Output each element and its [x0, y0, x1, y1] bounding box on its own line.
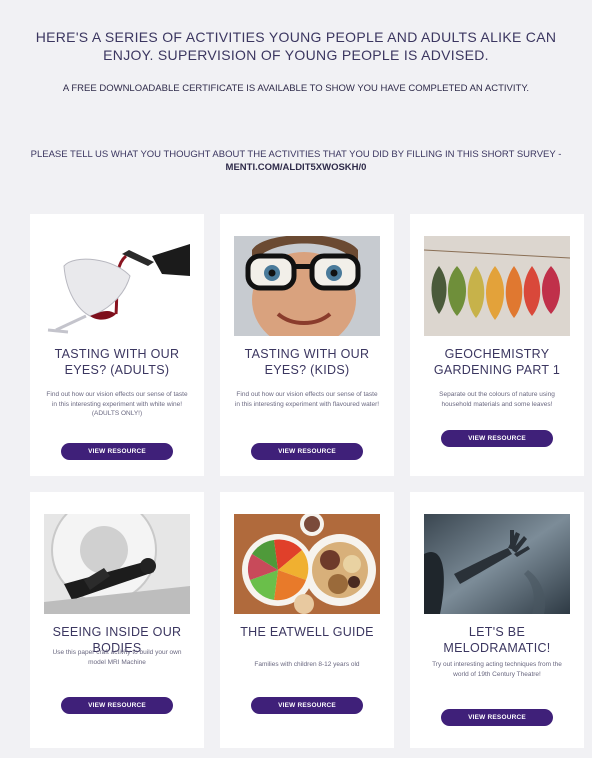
- survey-link[interactable]: MENTI.COM/ALDIT5XWOSKH/0: [226, 162, 367, 173]
- card-title: TASTING WITH OUR EYES? (KIDS): [244, 347, 370, 377]
- activity-card-seeing-inside-bodies: SEEING INSIDE OUR BODIES Use this paper …: [30, 492, 204, 748]
- certificate-notice: A FREE DOWNLOADABLE CERTIFICATE IS AVAIL…: [62, 83, 530, 94]
- card-description: Separate out the colours of nature using…: [439, 391, 555, 408]
- food-plates-image: [234, 514, 380, 614]
- view-resource-button[interactable]: VIEW RESOURCE: [61, 443, 173, 460]
- view-resource-button[interactable]: VIEW RESOURCE: [61, 697, 173, 714]
- activity-card-eatwell-guide: THE EATWELL GUIDE Families with children…: [220, 492, 394, 748]
- intro-headline: HERE'S A SERIES OF ACTIVITIES YOUNG PEOP…: [35, 29, 557, 63]
- survey-text: PLEASE TELL US WHAT YOU THOUGHT ABOUT TH…: [30, 149, 562, 160]
- card-description: Find out how our vision effects our sens…: [46, 391, 188, 417]
- card-description: Find out how our vision effects our sens…: [234, 391, 380, 408]
- card-title: TASTING WITH OUR EYES? (ADULTS): [54, 347, 180, 377]
- card-description: Use this paper craft activity to build y…: [52, 649, 182, 666]
- view-resource-button[interactable]: VIEW RESOURCE: [251, 443, 363, 460]
- card-description: Families with children 8-12 years old: [254, 661, 360, 668]
- survey-notice: PLEASE TELL US WHAT YOU THOUGHT ABOUT TH…: [30, 148, 562, 174]
- card-description: Try out interesting acting techniques fr…: [432, 661, 562, 678]
- view-resource-button[interactable]: VIEW RESOURCE: [441, 709, 553, 726]
- view-resource-button[interactable]: VIEW RESOURCE: [251, 697, 363, 714]
- view-resource-button[interactable]: VIEW RESOURCE: [441, 430, 553, 447]
- activity-card-tasting-kids: TASTING WITH OUR EYES? (KIDS) Find out h…: [220, 214, 394, 476]
- activity-card-geochemistry-gardening: GEOCHEMISTRY GARDENING PART 1 Separate o…: [410, 214, 584, 476]
- card-title: LET'S BE MELODRAMATIC!: [443, 625, 551, 655]
- autumn-leaves-image: [424, 236, 570, 336]
- activity-card-melodramatic: LET'S BE MELODRAMATIC! Try out interesti…: [410, 492, 584, 748]
- card-title: GEOCHEMISTRY GARDENING PART 1: [433, 347, 561, 377]
- melodrama-hand-image: [424, 514, 570, 614]
- child-glasses-image: [234, 236, 380, 336]
- mri-scanner-image: [44, 514, 190, 614]
- wine-pour-image: [44, 236, 190, 336]
- activity-card-tasting-adults: TASTING WITH OUR EYES? (ADULTS) Find out…: [30, 214, 204, 476]
- card-title: THE EATWELL GUIDE: [240, 625, 374, 639]
